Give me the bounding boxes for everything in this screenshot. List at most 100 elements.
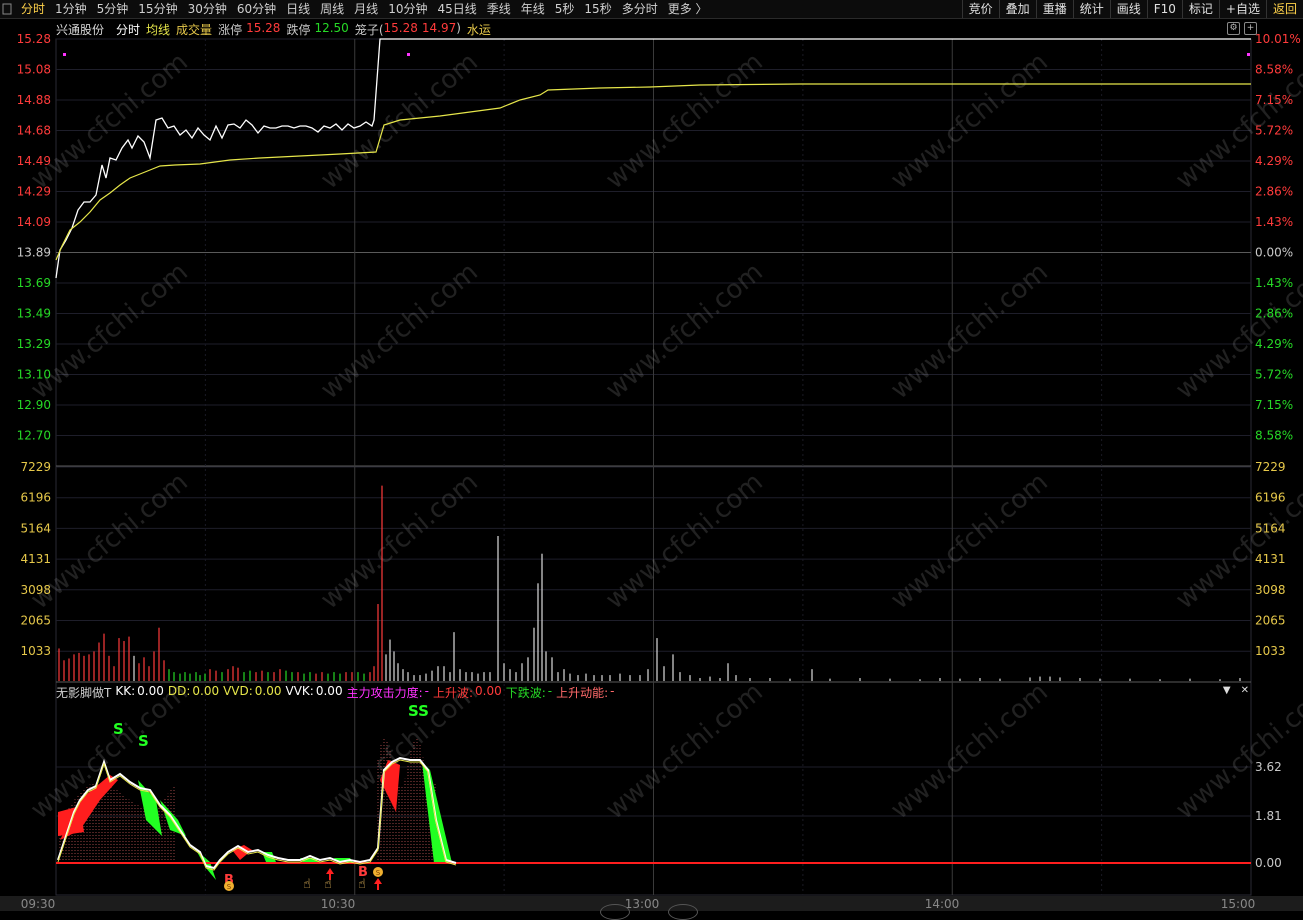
chart-border: [55, 38, 1252, 896]
vvd-label: VVD:: [223, 684, 253, 698]
hand-pointer-icon: ☝: [324, 877, 332, 892]
volume-tick-left: 7229: [20, 460, 51, 474]
price-tick-right: 5.72%: [1255, 368, 1293, 382]
scroll-left-handle[interactable]: [600, 904, 630, 920]
toolbar-menu-icon[interactable]: [0, 0, 14, 18]
price-tick-left: 13.89: [17, 246, 51, 260]
price-tick-right: 2.86%: [1255, 185, 1293, 199]
time-label-0930: 09:30: [20, 897, 56, 911]
period-tab-0[interactable]: 分时: [16, 0, 50, 18]
period-tab-11[interactable]: 季线: [482, 0, 516, 18]
period-toolbar: 分时 1分钟 5分钟 15分钟 30分钟 60分钟 日线 周线 月线 10分钟 45日线 季线 年线 5秒…: [0, 0, 1303, 19]
price-tick-left: 15.08: [17, 63, 51, 77]
toolbar-button-4[interactable]: 画线: [1109, 0, 1147, 18]
vvd-value: 0.00: [254, 684, 282, 698]
indicator-red-area: [380, 760, 400, 812]
watermark: www.cfchi.com: [600, 47, 769, 195]
toolbar-button-6[interactable]: 标记: [1181, 0, 1219, 18]
period-tab-5[interactable]: 60分钟: [232, 0, 281, 18]
toolbar-button-8[interactable]: 返回: [1265, 0, 1303, 18]
indicator-name[interactable]: 无影脚做T: [56, 684, 111, 700]
indicator-controls: ▼ ✕: [1223, 685, 1249, 696]
header-icons: ⚙ +: [1227, 22, 1257, 35]
buy-signal: B: [358, 865, 368, 880]
watermark: www.cfchi.com: [885, 47, 1054, 195]
price-tick-right: 5.72%: [1255, 124, 1293, 138]
watermark: www.cfchi.com: [600, 677, 769, 825]
price-tick-right: 1.43%: [1255, 276, 1293, 290]
coin-icon: [224, 881, 234, 891]
period-tab-4[interactable]: 30分钟: [183, 0, 232, 18]
dropdown-icon[interactable]: ▼: [1223, 685, 1231, 696]
period-tab-2[interactable]: 5分钟: [92, 0, 134, 18]
scroll-right-handle[interactable]: [668, 904, 698, 920]
volume-tick-right: 3098: [1255, 583, 1286, 597]
avg-line-label[interactable]: 均线: [146, 21, 170, 37]
indicator-red-area: [232, 845, 252, 860]
mode-label: 分时: [116, 23, 141, 37]
toolbar-button-3[interactable]: 统计: [1072, 0, 1110, 18]
indicator-green-area: [334, 858, 354, 864]
price-tick-left: 12.90: [17, 398, 51, 412]
period-tab-3[interactable]: 15分钟: [133, 0, 182, 18]
watermark: www.cfchi.com: [1170, 467, 1303, 615]
period-tab-15[interactable]: 多分时: [617, 0, 663, 18]
period-tab-12[interactable]: 年线: [516, 0, 550, 18]
marker-dot: [1247, 53, 1250, 56]
toolbar-button-7[interactable]: +自选: [1218, 0, 1266, 18]
sector-label[interactable]: 水运: [467, 21, 491, 37]
indicator-tick: 3.62: [1255, 760, 1282, 774]
price-tick-left: 13.10: [17, 368, 51, 382]
indicator-tick: 0.00: [1255, 856, 1282, 870]
period-tab-14[interactable]: 15秒: [579, 0, 616, 18]
price-tick-right: 8.58%: [1255, 429, 1293, 443]
price-line: [55, 38, 1251, 279]
period-tab-16[interactable]: 更多 〉: [663, 0, 713, 18]
settings-icon[interactable]: ⚙: [1227, 22, 1240, 35]
stock-name: 兴通股份: [56, 23, 105, 37]
time-label-1500: 15:00: [1220, 897, 1256, 911]
indicator-tick: 1.81: [1255, 809, 1282, 823]
period-tab-1[interactable]: 1分钟: [50, 0, 92, 18]
price-tick-right: 7.15%: [1255, 93, 1293, 107]
coin-icon-glyph: S: [376, 869, 381, 877]
sell-signal-double: SS: [408, 702, 429, 720]
price-tick-right: 2.86%: [1255, 307, 1293, 321]
expand-icon[interactable]: +: [1244, 22, 1257, 35]
volume-tick-right: 6196: [1255, 491, 1286, 505]
up-momentum-value: -: [610, 684, 615, 698]
close-icon[interactable]: ✕: [1241, 685, 1249, 696]
indicator-green-area: [300, 858, 320, 864]
buy-signal: B: [224, 873, 234, 888]
toolbar-button-1[interactable]: 叠加: [998, 0, 1036, 18]
toolbar-button-0[interactable]: 竞价: [961, 0, 999, 18]
watermark: www.cfchi.com: [1170, 677, 1303, 825]
period-tab-6[interactable]: 日线: [281, 0, 315, 18]
watermark: www.cfchi.com: [315, 47, 484, 195]
chart-header: 兴通股份 分时 均线 成交量 涨停 15.28 跌停 12.50 笼子( 15.…: [56, 21, 497, 37]
limit-up-label: 涨停: [218, 23, 243, 37]
period-tab-13[interactable]: 5秒: [550, 0, 580, 18]
up-arrow-icon: [374, 878, 382, 890]
volume-tick-left: 1033: [20, 644, 51, 658]
price-tick-right: 10.01%: [1255, 32, 1301, 46]
watermark: www.cfchi.com: [600, 467, 769, 615]
volume-tick-left: 2065: [20, 614, 51, 628]
price-tick-left: 15.28: [17, 32, 51, 46]
toolbar-button-2[interactable]: 重播: [1035, 0, 1073, 18]
period-tab-10[interactable]: 45日线: [432, 0, 481, 18]
up-wave-value: 0.00: [475, 684, 502, 698]
volume-tick-left: 5164: [20, 521, 51, 535]
price-tick-right: 4.29%: [1255, 337, 1293, 351]
vvk-value: 0.00: [315, 684, 343, 698]
period-tab-8[interactable]: 月线: [349, 0, 383, 18]
kk-label: KK:: [115, 684, 136, 698]
price-tick-left: 12.70: [17, 429, 51, 443]
toolbar-button-5[interactable]: F10: [1146, 0, 1182, 18]
period-tab-7[interactable]: 周线: [315, 0, 349, 18]
marker-dot: [407, 53, 410, 56]
up-arrow-icon: [326, 868, 334, 880]
volume-label[interactable]: 成交量: [176, 21, 212, 37]
attack-value: -: [424, 684, 429, 698]
period-tab-9[interactable]: 10分钟: [383, 0, 432, 18]
